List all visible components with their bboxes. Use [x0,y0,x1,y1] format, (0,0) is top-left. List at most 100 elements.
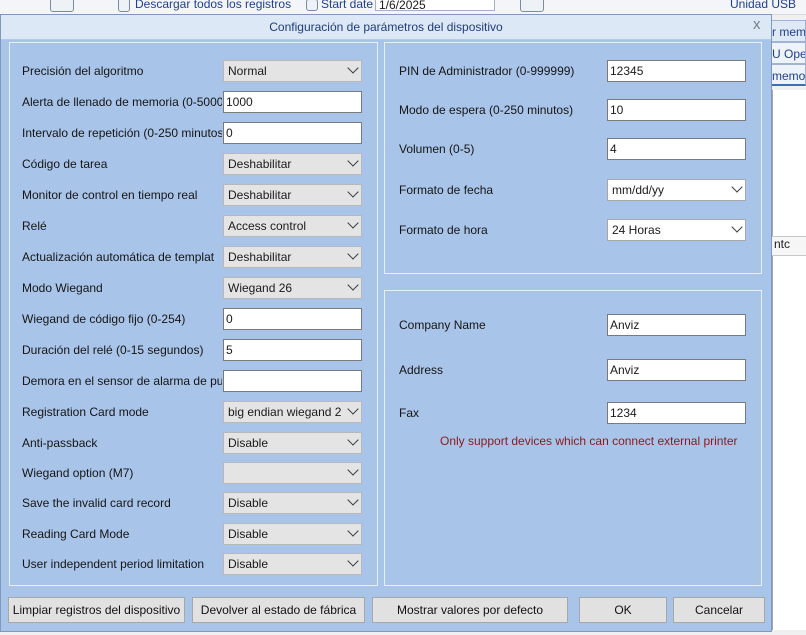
formato-de-hora-select[interactable]: 24 Horas [607,219,746,241]
cancel-button[interactable]: Cancelar [673,597,765,623]
wiegand-de-codigo-fijo-0-254-input[interactable]: 0 [223,308,362,330]
chevron-down-icon[interactable] [347,217,359,229]
modo-wiegand-selected-value: Wiegand 26 [228,281,293,295]
formato-de-hora-label: Formato de hora [399,223,488,237]
download-icon[interactable] [118,0,130,12]
rele-selected-value: Access control [228,219,307,233]
intervalo-de-repeticion-0-250-minutos-input[interactable]: 0 [223,122,362,144]
company-name-label: Company Name [399,318,486,332]
background-column-header[interactable]: ntc [772,236,806,256]
chevron-down-icon[interactable] [731,181,743,193]
duracion-del-rele-0-15-segundos-input[interactable]: 5 [223,339,362,361]
monitor-de-control-en-tiempo-real-select[interactable]: Deshabilitar [223,184,362,206]
chevron-down-icon[interactable] [347,464,359,476]
clear-records-button[interactable]: Limpiar registros del dispositivo [8,597,185,623]
actualizacion-automatica-de-templat-label: Actualización automática de templat [22,250,215,264]
precision-del-algoritmo-select[interactable]: Normal [223,60,362,82]
chevron-down-icon[interactable] [347,403,359,415]
user-independent-period-limitation-label: User independent period limitation [22,557,205,571]
dialog-title: Configuración de parámetros del disposit… [269,20,503,34]
anti-passback-selected-value: Disable [228,436,269,450]
reading-card-mode-selected-value: Disable [228,527,269,541]
calendar-checkbox-icon[interactable] [306,0,318,11]
chevron-down-icon[interactable] [347,155,359,167]
wiegand-de-codigo-fijo-0-254-label: Wiegand de código fijo (0-254) [22,312,186,326]
toolbar-icon[interactable] [50,0,74,12]
codigo-de-tarea-select[interactable]: Deshabilitar [223,153,362,175]
registration-card-mode-select[interactable]: big endian wiegand 26 [223,401,362,423]
actualizacion-automatica-de-templat-select[interactable]: Deshabilitar [223,246,362,268]
fax-label: Fax [399,406,420,420]
pin-de-administrador-0-999999-label: PIN de Administrador (0-999999) [399,64,575,78]
download-all-records-link[interactable]: Descargar todos los registros [135,0,291,11]
save-the-invalid-card-record-selected-value: Disable [228,496,269,510]
background-list-panel [772,90,806,630]
chevron-down-icon[interactable] [347,248,359,260]
formato-de-fecha-select[interactable]: mm/dd/yy [607,179,746,201]
chevron-down-icon[interactable] [347,279,359,291]
monitor-de-control-en-tiempo-real-label: Monitor de control en tiempo real [22,188,198,202]
address-input[interactable]: Anviz [607,359,746,381]
codigo-de-tarea-label: Código de tarea [22,157,108,171]
codigo-de-tarea-selected-value: Deshabilitar [228,157,292,171]
modo-wiegand-label: Modo Wiegand [22,281,103,295]
reading-card-mode-label: Reading Card Mode [22,527,130,541]
user-independent-period-limitation-select[interactable]: Disable [223,553,362,575]
printer-support-note: Only support devices which can connect e… [440,434,738,448]
demora-en-el-sensor-de-alarma-de-pu-label: Demora en el sensor de alarma de pu [22,374,222,388]
wiegand-option-m7-label: Wiegand option (M7) [22,466,134,480]
reading-card-mode-select[interactable]: Disable [223,523,362,545]
dialog-titlebar[interactable]: Configuración de parámetros del disposit… [1,15,771,40]
registration-card-mode-selected-value: big endian wiegand 26 [228,405,341,419]
background-tab-memory[interactable]: r mem [772,20,806,42]
anti-passback-select[interactable]: Disable [223,432,362,454]
intervalo-de-repeticion-0-250-minutos-label: Intervalo de repetición (0-250 minutos) [22,126,222,140]
chevron-down-icon[interactable] [347,434,359,446]
volumen-0-5-label: Volumen (0-5) [399,142,475,156]
modo-de-espera-0-250-minutos-label: Modo de espera (0-250 minutos) [399,103,574,117]
formato-de-fecha-selected-value: mm/dd/yy [612,183,665,197]
user-independent-period-limitation-selected-value: Disable [228,557,269,571]
start-date-label: Start date [321,0,374,11]
toolbar-icon-2[interactable] [520,0,544,12]
duracion-del-rele-0-15-segundos-label: Duración del relé (0-15 segundos) [22,343,204,357]
alerta-de-llenado-de-memoria-0-5000-input[interactable]: 1000 [223,91,362,113]
chevron-down-icon[interactable] [347,186,359,198]
modo-wiegand-select[interactable]: Wiegand 26 [223,277,362,299]
formato-de-hora-selected-value: 24 Horas [612,223,661,237]
chevron-down-icon[interactable] [731,221,743,233]
precision-del-algoritmo-selected-value: Normal [228,64,267,78]
volumen-0-5-input[interactable]: 4 [607,138,746,160]
actualizacion-automatica-de-templat-selected-value: Deshabilitar [228,250,292,264]
rele-label: Relé [22,219,47,233]
fax-input[interactable]: 1234 [607,402,746,424]
background-tab-memo[interactable]: memo [772,64,806,86]
ok-button[interactable]: OK [579,597,667,623]
chevron-down-icon[interactable] [347,525,359,537]
background-toolbar: Descargar todos los registros Start date… [0,0,806,15]
factory-reset-button[interactable]: Devolver al estado de fábrica [192,597,365,623]
formato-de-fecha-label: Formato de fecha [399,183,494,197]
device-parameters-dialog: Configuración de parámetros del disposit… [0,14,772,632]
start-date-field[interactable]: 1/6/2025 [375,0,495,11]
anti-passback-label: Anti-passback [22,436,98,450]
usb-drive-link[interactable]: Unidad USB [730,0,796,11]
show-defaults-button[interactable]: Mostrar valores por defecto [372,597,568,623]
pin-de-administrador-0-999999-input[interactable]: 12345 [607,60,746,82]
modo-de-espera-0-250-minutos-input[interactable]: 10 [607,99,746,121]
address-label: Address [399,363,444,377]
wiegand-option-m7-select[interactable] [223,462,362,484]
chevron-down-icon[interactable] [347,494,359,506]
close-icon[interactable]: x [753,16,761,33]
save-the-invalid-card-record-select[interactable]: Disable [223,492,362,514]
monitor-de-control-en-tiempo-real-selected-value: Deshabilitar [228,188,292,202]
chevron-down-icon[interactable] [347,62,359,74]
registration-card-mode-label: Registration Card mode [22,405,149,419]
company-name-input[interactable]: Anviz [607,314,746,336]
background-tab-user-ops[interactable]: U Ope [772,42,806,64]
rele-select[interactable]: Access control [223,215,362,237]
save-the-invalid-card-record-label: Save the invalid card record [22,496,171,510]
chevron-down-icon[interactable] [347,555,359,567]
precision-del-algoritmo-label: Precisión del algoritmo [22,64,144,78]
demora-en-el-sensor-de-alarma-de-pu-input[interactable] [223,370,362,392]
